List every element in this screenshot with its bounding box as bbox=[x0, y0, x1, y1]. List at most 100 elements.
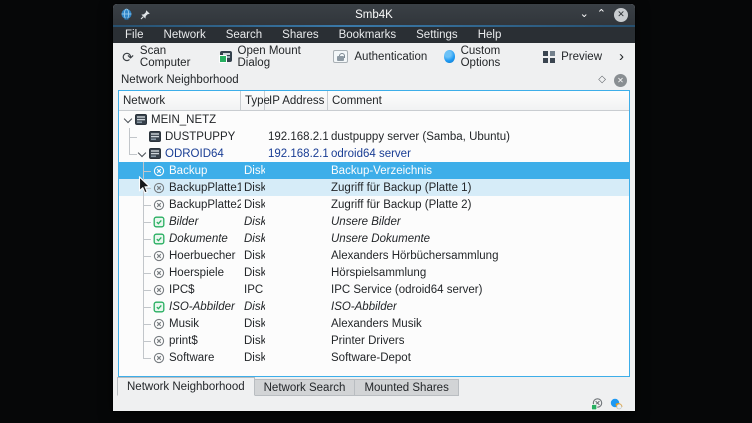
item-label: ISO-Abbilder bbox=[169, 301, 235, 313]
row-musik[interactable]: MusikDiskAlexanders Musik bbox=[119, 315, 629, 332]
cell-ip bbox=[265, 179, 328, 196]
row-backup[interactable]: BackupDiskBackup-Verzeichnis bbox=[119, 162, 629, 179]
row-odroid64[interactable]: ODROID64192.168.2.102odroid64 server bbox=[119, 145, 629, 162]
titlebar[interactable]: Smb4K ⌄ ⌃ ✕ bbox=[113, 4, 635, 25]
toolbar-button-authentication[interactable]: Authentication bbox=[333, 50, 427, 63]
cell-comment: Unsere Bilder bbox=[328, 213, 401, 230]
toolbar-button-custom-options[interactable]: Custom Options bbox=[444, 45, 526, 69]
cell-ip: 192.168.2.102 bbox=[265, 145, 328, 162]
toolbar-button-label: Authentication bbox=[354, 51, 427, 63]
tab-mounted-shares[interactable]: Mounted Shares bbox=[355, 379, 458, 396]
menu-item-file[interactable]: File bbox=[115, 28, 154, 42]
cell-ip bbox=[265, 247, 328, 264]
tree-branch-stub bbox=[143, 171, 151, 172]
menu-item-settings[interactable]: Settings bbox=[406, 28, 468, 42]
preview-grid-icon bbox=[543, 51, 555, 63]
close-button[interactable]: ✕ bbox=[614, 8, 628, 22]
row-software[interactable]: SoftwareDiskSoftware-Depot bbox=[119, 349, 629, 366]
tree-branch-stub bbox=[143, 256, 151, 257]
column-header-comment[interactable]: Comment bbox=[328, 91, 629, 110]
item-label: Musik bbox=[169, 318, 199, 330]
cell-type: Disk bbox=[241, 162, 265, 179]
item-label: Bilder bbox=[169, 216, 198, 228]
pin-icon[interactable] bbox=[140, 9, 151, 20]
chevron-down-icon[interactable] bbox=[123, 111, 135, 128]
tab-network-neighborhood[interactable]: Network Neighborhood bbox=[117, 377, 255, 396]
share-icon bbox=[153, 318, 165, 330]
dock-close-icon[interactable]: ✕ bbox=[614, 74, 627, 87]
tree-branch-stub bbox=[143, 307, 151, 308]
item-label: Hoerspiele bbox=[169, 267, 224, 279]
cell-type: Disk bbox=[241, 196, 265, 213]
row-backupplatte2[interactable]: BackupPlatte2$DiskZugriff für Backup (Pl… bbox=[119, 196, 629, 213]
app-icon bbox=[120, 8, 133, 21]
row-hoerspiele[interactable]: HoerspieleDiskHörspielsammlung bbox=[119, 264, 629, 281]
menu-item-search[interactable]: Search bbox=[216, 28, 272, 42]
cell-network: Bilder bbox=[119, 213, 241, 230]
cell-comment: Zugriff für Backup (Platte 1) bbox=[328, 179, 471, 196]
cell-ip: 192.168.2.105 bbox=[265, 128, 328, 145]
bottom-tab-bar: Network NeighborhoodNetwork SearchMounte… bbox=[113, 377, 635, 396]
menu-item-shares[interactable]: Shares bbox=[272, 28, 328, 42]
cell-ip bbox=[265, 332, 328, 349]
toolbar-button-preview[interactable]: Preview bbox=[543, 51, 602, 63]
share-icon bbox=[153, 335, 165, 347]
tree-branch-stub bbox=[143, 273, 151, 274]
row-print[interactable]: print$DiskPrinter Drivers bbox=[119, 332, 629, 349]
column-header-type[interactable]: Type bbox=[241, 91, 265, 110]
tree-branch-stub bbox=[143, 324, 151, 325]
cell-network: Software bbox=[119, 349, 241, 366]
cell-ip bbox=[265, 298, 328, 315]
tab-network-search[interactable]: Network Search bbox=[255, 379, 356, 396]
item-label: BackupPlatte1$ bbox=[169, 182, 241, 194]
column-header-ip-address[interactable]: IP Address bbox=[265, 91, 328, 110]
toolbar-button-scan-computer[interactable]: ⟳Scan Computer bbox=[122, 45, 203, 69]
row-dokumente[interactable]: DokumenteDiskUnsere Dokumente bbox=[119, 230, 629, 247]
cell-ip bbox=[265, 213, 328, 230]
cell-comment: Zugriff für Backup (Platte 2) bbox=[328, 196, 471, 213]
column-header-network[interactable]: Network bbox=[119, 91, 241, 110]
chevron-spacer bbox=[137, 128, 149, 145]
chevron-down-icon[interactable] bbox=[137, 145, 149, 162]
row-hoerbuecher[interactable]: HoerbuecherDiskAlexanders Hörbüchersamml… bbox=[119, 247, 629, 264]
minimize-button[interactable]: ⌄ bbox=[580, 9, 589, 20]
cell-network: ISO-Abbilder bbox=[119, 298, 241, 315]
cell-comment: IPC Service (odroid64 server) bbox=[328, 281, 482, 298]
row-iso-abbilder[interactable]: ISO-AbbilderDiskISO-Abbilder bbox=[119, 298, 629, 315]
cell-ip bbox=[265, 315, 328, 332]
tree-branch-line bbox=[129, 145, 130, 154]
item-label: ODROID64 bbox=[165, 148, 224, 160]
server-icon bbox=[149, 148, 161, 160]
cell-ip bbox=[265, 281, 328, 298]
row-bilder[interactable]: BilderDiskUnsere Bilder bbox=[119, 213, 629, 230]
toolbar-button-open-mount-dialog[interactable]: Open Mount Dialog bbox=[220, 45, 316, 69]
cell-type bbox=[241, 145, 265, 162]
item-label: Backup bbox=[169, 165, 207, 177]
dock-title: Network Neighborhood bbox=[121, 74, 239, 86]
maximize-button[interactable]: ⌃ bbox=[597, 9, 606, 20]
table-header: NetworkTypeIP AddressComment bbox=[119, 91, 629, 111]
cell-network: Hoerspiele bbox=[119, 264, 241, 281]
toolbar-overflow-icon[interactable]: › bbox=[619, 49, 626, 64]
cell-comment bbox=[328, 111, 331, 128]
refresh-icon: ⟳ bbox=[122, 49, 134, 64]
cell-comment: Hörspielsammlung bbox=[328, 264, 426, 281]
row-backupplatte1[interactable]: BackupPlatte1$DiskZugriff für Backup (Pl… bbox=[119, 179, 629, 196]
tree-branch-stub bbox=[143, 239, 151, 240]
status-bar bbox=[113, 396, 635, 411]
dock-float-icon[interactable]: ◇ bbox=[598, 75, 606, 85]
network-feedback-icon bbox=[610, 398, 623, 410]
row-ipc[interactable]: IPC$IPCIPC Service (odroid64 server) bbox=[119, 281, 629, 298]
cell-type: Disk bbox=[241, 349, 265, 366]
menu-item-help[interactable]: Help bbox=[468, 28, 512, 42]
row-mein-netz[interactable]: MEIN_NETZ bbox=[119, 111, 629, 128]
menu-item-bookmarks[interactable]: Bookmarks bbox=[329, 28, 407, 42]
row-dustpuppy[interactable]: DUSTPUPPY192.168.2.105dustpuppy server (… bbox=[119, 128, 629, 145]
tree-branch-stub bbox=[143, 188, 151, 189]
cell-comment: ISO-Abbilder bbox=[328, 298, 397, 315]
mount-dialog-icon bbox=[220, 51, 231, 62]
cell-network: DUSTPUPPY bbox=[119, 128, 241, 145]
cell-ip bbox=[265, 162, 328, 179]
menu-item-network[interactable]: Network bbox=[154, 28, 216, 42]
share-icon bbox=[153, 165, 165, 177]
